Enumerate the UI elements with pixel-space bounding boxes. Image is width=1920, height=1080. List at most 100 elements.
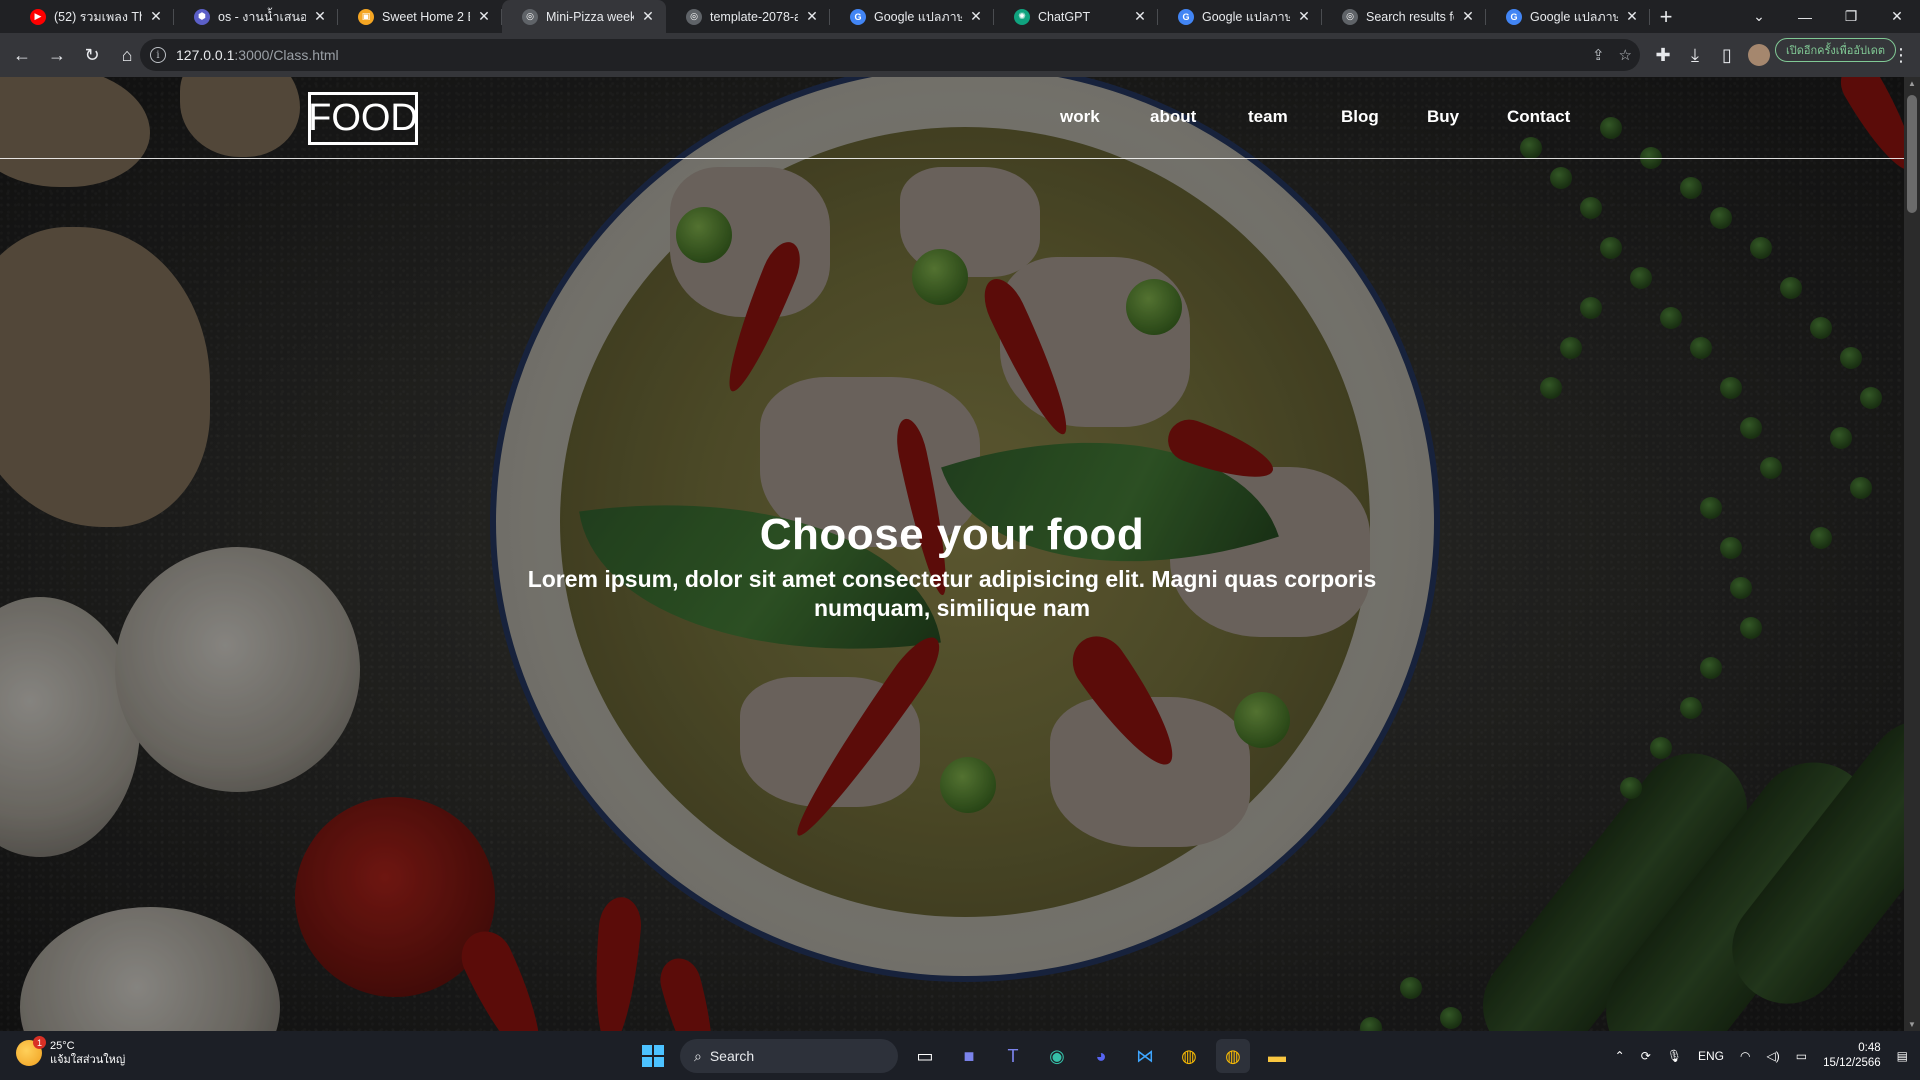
address-bar[interactable]: i 127.0.0.1:3000/Class.html ⇪ ☆: [140, 39, 1640, 71]
nav-link-buy[interactable]: Buy: [1427, 107, 1459, 127]
language-indicator[interactable]: ENG: [1698, 1049, 1724, 1063]
system-tray: ⌃ ⟳ 🎙 ENG ◠ ◁) ▭ 0:48 15/12/2566 ▤: [1615, 1031, 1908, 1080]
volume-icon[interactable]: ◁): [1767, 1049, 1780, 1063]
meet-icon[interactable]: ■: [952, 1039, 986, 1073]
side-panel-icon[interactable]: ▯: [1711, 39, 1743, 71]
browser-tab[interactable]: ◎ template-2078-ac ✕: [666, 0, 830, 33]
browser-tab[interactable]: ▣ Sweet Home 2 EP ✕: [338, 0, 502, 33]
tab-favicon-icon: ◎: [1342, 8, 1358, 25]
tab-favicon-icon: ◎: [686, 8, 702, 25]
site-info-icon[interactable]: i: [150, 47, 166, 63]
download-icon[interactable]: ⤓: [1679, 39, 1711, 71]
hero-section: Choose your food Lorem ipsum, dolor sit …: [0, 510, 1904, 623]
taskbar-search-box[interactable]: ⌕ Search: [680, 1039, 898, 1073]
taskbar-search-label: Search: [709, 1048, 755, 1064]
reload-icon[interactable]: ↻: [76, 39, 108, 71]
windows-taskbar: 1 25°C แจ้มใสส่วนใหญ่ ⌕ Search ▭ ■ T ◉ ◕…: [0, 1031, 1920, 1080]
back-arrow-icon[interactable]: ←: [6, 39, 38, 71]
tab-favicon-icon: G: [1178, 8, 1194, 25]
page-viewport: FOOD work about team Blog Buy Contact Ch…: [0, 77, 1904, 1031]
page-scrollbar[interactable]: ▲ ▼: [1904, 77, 1920, 1031]
puzzle-icon[interactable]: ✚: [1647, 39, 1679, 71]
tab-favicon-icon: ⬢: [194, 8, 210, 25]
microphone-icon[interactable]: 🎙: [1667, 1049, 1682, 1063]
task-view-icon[interactable]: ▭: [908, 1039, 942, 1073]
tab-title: Search results for: [1366, 9, 1454, 24]
tab-favicon-icon: G: [850, 8, 866, 25]
browser-tab[interactable]: ✺ ChatGPT ✕: [994, 0, 1158, 33]
update-relaunch-button[interactable]: เปิดอีกครั้งเพื่ออัปเดต: [1775, 38, 1897, 62]
tab-close-icon[interactable]: ✕: [1624, 8, 1640, 25]
tab-favicon-icon: ✺: [1014, 8, 1030, 25]
site-logo[interactable]: FOOD: [308, 92, 418, 145]
scrollbar-thumb[interactable]: [1907, 95, 1917, 213]
clock-date: 15/12/2566: [1823, 1056, 1881, 1069]
tab-title: Sweet Home 2 EP: [382, 9, 470, 24]
chrome-icon[interactable]: ◍: [1172, 1039, 1206, 1073]
tab-close-icon[interactable]: ✕: [476, 8, 492, 25]
tab-close-icon[interactable]: ✕: [1460, 8, 1476, 25]
browser-tab[interactable]: G Google แปลภาษา ✕: [1158, 0, 1322, 33]
kebab-menu-icon[interactable]: ⋮: [1885, 39, 1917, 71]
weather-sun-icon: 1: [16, 1036, 46, 1066]
hero-title: Choose your food: [759, 510, 1145, 559]
tab-close-icon[interactable]: ✕: [1132, 8, 1148, 25]
browser-toolbar: ← → ↻ ⌂ i 127.0.0.1:3000/Class.html ⇪ ☆ …: [0, 33, 1920, 77]
wifi-icon[interactable]: ◠: [1740, 1049, 1750, 1063]
star-icon[interactable]: ☆: [1619, 46, 1632, 64]
tab-close-icon[interactable]: ✕: [312, 8, 328, 25]
search-icon: ⌕: [694, 1047, 702, 1064]
tab-close-icon[interactable]: ✕: [804, 8, 820, 25]
scroll-up-arrow-icon[interactable]: ▲: [1907, 79, 1917, 88]
share-icon[interactable]: ⇪: [1592, 46, 1605, 64]
home-icon[interactable]: ⌂: [111, 39, 143, 71]
chevron-up-icon[interactable]: ⌃: [1615, 1049, 1625, 1063]
weather-widget[interactable]: 1 25°C แจ้มใสส่วนใหญ่: [16, 1036, 126, 1067]
browser-tab[interactable]: ◎ Search results for ✕: [1322, 0, 1486, 33]
tab-title: template-2078-ac: [710, 9, 798, 24]
nav-link-work[interactable]: work: [1060, 107, 1100, 127]
notification-icon[interactable]: ▤: [1897, 1049, 1908, 1063]
scroll-down-arrow-icon[interactable]: ▼: [1907, 1020, 1917, 1029]
tab-close-icon[interactable]: ✕: [148, 8, 164, 25]
site-navbar: FOOD work about team Blog Buy Contact: [0, 77, 1904, 159]
tab-close-icon[interactable]: ✕: [1296, 8, 1312, 25]
file-explorer-icon[interactable]: ▬: [1260, 1039, 1294, 1073]
tab-list: ▶ (52) รวมเพลง Three ✕ ⬢ os - งานน้ำเสนอ ✕ ▣ Sw…: [0, 0, 1650, 33]
tab-close-icon[interactable]: ✕: [968, 8, 984, 25]
nav-link-contact[interactable]: Contact: [1507, 107, 1570, 127]
forward-arrow-icon[interactable]: →: [41, 39, 73, 71]
nav-link-about[interactable]: about: [1150, 107, 1196, 127]
tab-favicon-icon: G: [1506, 8, 1522, 25]
clock[interactable]: 0:48 15/12/2566: [1823, 1041, 1881, 1071]
browser-tab[interactable]: ◎ Mini-Pizza week 1 ✕: [502, 0, 666, 33]
sync-icon[interactable]: ⟳: [1641, 1049, 1651, 1063]
minimize-button[interactable]: —: [1782, 0, 1828, 33]
vscode-icon[interactable]: ⋈: [1128, 1039, 1162, 1073]
browser-tab[interactable]: G Google แปลภาษา ✕: [1486, 0, 1650, 33]
tab-close-icon[interactable]: ✕: [640, 8, 656, 25]
discord-icon[interactable]: ◕: [1084, 1039, 1118, 1073]
tab-favicon-icon: ▶: [30, 8, 46, 25]
tab-favicon-icon: ▣: [358, 8, 374, 25]
browser-tab[interactable]: G Google แปลภาษา ✕: [830, 0, 994, 33]
battery-icon[interactable]: ▭: [1796, 1049, 1807, 1063]
clock-time: 0:48: [1858, 1041, 1881, 1054]
browser-tab-strip: ▶ (52) รวมเพลง Three ✕ ⬢ os - งานน้ำเสนอ ✕ ▣ Sw…: [0, 0, 1920, 33]
nav-link-team[interactable]: team: [1248, 107, 1288, 127]
weather-desc: แจ้มใสส่วนใหญ่: [50, 1054, 126, 1066]
close-window-button[interactable]: ✕: [1874, 0, 1920, 33]
browser-tab[interactable]: ⬢ os - งานน้ำเสนอ ✕: [174, 0, 338, 33]
tab-search-icon[interactable]: ⌄: [1736, 0, 1782, 33]
tab-title: Mini-Pizza week 1: [546, 9, 634, 24]
teams-icon[interactable]: T: [996, 1039, 1030, 1073]
restore-button[interactable]: ❐: [1828, 0, 1874, 33]
notification-badge: 1: [33, 1036, 46, 1049]
new-tab-button[interactable]: +: [1650, 0, 1682, 33]
edge-icon[interactable]: ◉: [1040, 1039, 1074, 1073]
chrome-profile-icon[interactable]: ◍: [1216, 1039, 1250, 1073]
windows-start-icon[interactable]: [636, 1039, 670, 1073]
browser-tab[interactable]: ▶ (52) รวมเพลง Three ✕: [10, 0, 174, 33]
avatar-icon[interactable]: [1743, 39, 1775, 71]
nav-link-blog[interactable]: Blog: [1341, 107, 1379, 127]
